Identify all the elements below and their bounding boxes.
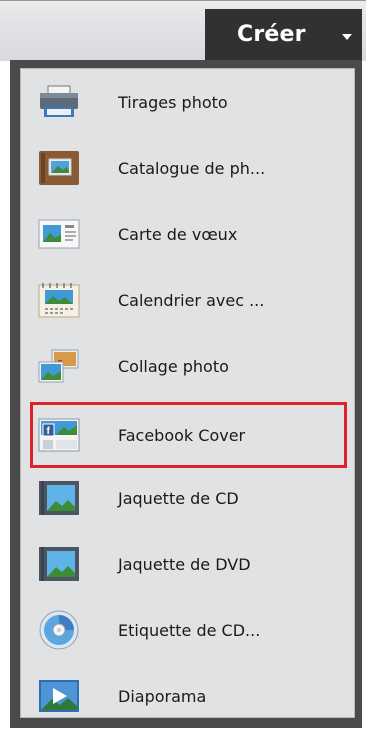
cd-jacket-icon [38,480,80,516]
menu-item-jaquette-dvd[interactable]: Jaquette de DVD [21,531,354,597]
photo-book-icon [38,150,80,186]
menu-item-collage-photo[interactable]: Collage photo [21,333,354,399]
menu-item-catalogue[interactable]: Catalogue de ph... [21,135,354,201]
printer-icon [38,84,80,120]
menu-item-label: Jaquette de CD [118,488,239,508]
menu-item-etiquette-cd[interactable]: Etiquette de CD... [21,597,354,663]
create-button-label: Créer [237,22,306,47]
top-bar: Créer [0,0,366,61]
menu-item-label: Calendrier avec ... [118,290,265,310]
photo-collage-icon [38,348,80,384]
menu-item-facebook-cover[interactable]: f Facebook Cover [30,402,347,468]
cd-label-icon [38,610,80,650]
menu-item-diaporama[interactable]: Diaporama [21,663,354,729]
menu-item-tirages-photo[interactable]: Tirages photo [21,69,354,135]
menu-item-jaquette-cd[interactable]: Jaquette de CD [21,465,354,531]
greeting-card-icon [38,216,80,252]
slideshow-icon [38,678,80,714]
facebook-cover-icon: f [38,417,80,453]
menu-item-label: Facebook Cover [118,425,246,445]
create-button[interactable]: Créer [205,9,362,60]
dvd-jacket-icon [38,546,80,582]
menu-item-label: Carte de vœux [118,224,238,244]
menu-item-carte-de-voeux[interactable]: Carte de vœux [21,201,354,267]
menu-item-label: Etiquette de CD... [118,620,261,640]
chevron-down-icon [342,33,352,40]
menu-item-label: Collage photo [118,356,229,376]
menu-item-calendrier[interactable]: Calendrier avec ... [21,267,354,333]
menu-item-label: Tirages photo [118,92,228,112]
menu-item-label: Diaporama [118,686,207,706]
create-dropdown-menu: Tirages photo Catalogue de ph... Carte d… [20,68,355,718]
menu-item-label: Catalogue de ph... [118,158,266,178]
calendar-icon [38,282,80,318]
menu-item-label: Jaquette de DVD [118,554,251,574]
